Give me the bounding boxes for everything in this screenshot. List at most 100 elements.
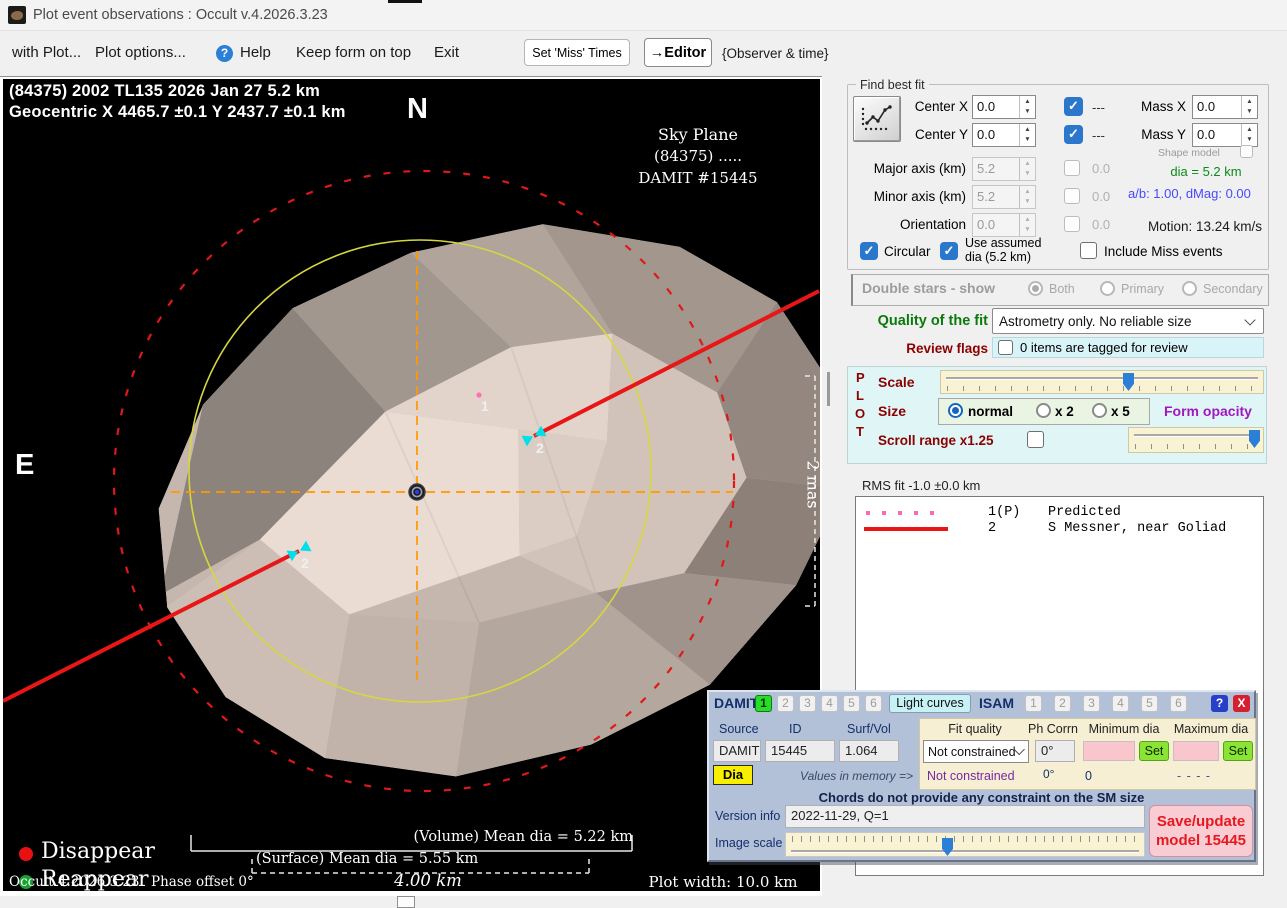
- circular-label: Circular: [884, 244, 931, 259]
- dia-button[interactable]: Dia: [713, 765, 753, 785]
- minor-axis-input[interactable]: 5.2 ▲ ▼: [972, 185, 1036, 209]
- isam-tab-3[interactable]: 3: [1083, 695, 1100, 712]
- center-y-input[interactable]: 0.0 ▲ ▼: [972, 123, 1036, 147]
- help-icon[interactable]: ?: [216, 45, 233, 62]
- mass-x-input[interactable]: 0.0 ▲ ▼: [1192, 95, 1258, 119]
- major-axis-checkbox[interactable]: [1064, 160, 1080, 176]
- min-dia-set-button[interactable]: Set: [1139, 741, 1169, 761]
- center-x-checkbox[interactable]: ✓: [1064, 97, 1083, 116]
- orientation-checkbox[interactable]: [1064, 216, 1080, 232]
- include-miss-checkbox[interactable]: [1080, 242, 1097, 259]
- form-opacity-slider[interactable]: [1128, 427, 1264, 453]
- circular-checkbox[interactable]: ✓: [860, 242, 878, 260]
- spin-down-icon[interactable]: ▼: [1024, 136, 1030, 144]
- spin-down-icon[interactable]: ▼: [1246, 108, 1252, 116]
- spin-up-icon[interactable]: ▲: [1024, 126, 1030, 134]
- center-marker[interactable]: [408, 483, 426, 501]
- spin-down-icon[interactable]: ▼: [1024, 170, 1030, 178]
- size-x5-radio[interactable]: [1092, 403, 1107, 418]
- review-flags-checkbox[interactable]: [998, 340, 1013, 355]
- minor-axis-spinner[interactable]: ▲ ▼: [1019, 186, 1035, 208]
- double-stars-both-radio[interactable]: [1028, 281, 1043, 296]
- legend-row2-name[interactable]: S Messner, near Goliad: [1048, 521, 1226, 536]
- damit-close-button[interactable]: X: [1233, 695, 1250, 712]
- size-normal-radio[interactable]: [948, 403, 963, 418]
- legend-row2-key[interactable]: 2: [988, 521, 996, 536]
- minor-axis-checkbox[interactable]: [1064, 188, 1080, 204]
- spin-up-icon[interactable]: ▲: [1246, 98, 1252, 106]
- spin-up-icon[interactable]: ▲: [1246, 126, 1252, 134]
- save-update-button[interactable]: Save/update model 15445: [1149, 805, 1253, 857]
- spin-down-icon[interactable]: ▼: [1024, 226, 1030, 234]
- mass-y-input[interactable]: 0.0 ▲ ▼: [1192, 123, 1258, 147]
- double-stars-primary-radio[interactable]: [1100, 281, 1115, 296]
- id-value[interactable]: 15445: [765, 740, 835, 762]
- find-best-fit-title: Find best fit: [856, 78, 929, 92]
- max-dia-set-button[interactable]: Set: [1223, 741, 1253, 761]
- damit-tab-6[interactable]: 6: [865, 695, 882, 712]
- double-stars-secondary-radio[interactable]: [1182, 281, 1197, 296]
- damit-tab-3[interactable]: 3: [799, 695, 816, 712]
- center-x-input[interactable]: 0.0 ▲ ▼: [972, 95, 1036, 119]
- isam-tab-6[interactable]: 6: [1170, 695, 1187, 712]
- title-bar[interactable]: Plot event observations : Occult v.4.202…: [0, 0, 1287, 31]
- min-dia-field[interactable]: [1083, 741, 1135, 761]
- max-dia-field[interactable]: [1173, 741, 1219, 761]
- spin-up-icon[interactable]: ▲: [1024, 188, 1030, 196]
- partial-control[interactable]: [397, 896, 415, 908]
- center-y-checkbox[interactable]: ✓: [1064, 125, 1083, 144]
- shape-model-checkbox[interactable]: [1240, 145, 1253, 158]
- chevron-down-icon: [1244, 313, 1256, 326]
- damit-tab-4[interactable]: 4: [821, 695, 838, 712]
- major-axis-spinner[interactable]: ▲ ▼: [1019, 158, 1035, 180]
- damit-tab-1[interactable]: 1: [755, 695, 772, 712]
- fit-quality-dropdown[interactable]: Not constrained: [923, 740, 1029, 763]
- menu-keep-form-on-top[interactable]: Keep form on top: [296, 44, 411, 61]
- source-header: Source: [719, 722, 759, 736]
- center-y-spinner[interactable]: ▲ ▼: [1019, 124, 1035, 146]
- image-scale-slider-thumb[interactable]: [942, 838, 953, 856]
- menu-help[interactable]: Help: [240, 44, 271, 61]
- spin-down-icon[interactable]: ▼: [1024, 198, 1030, 206]
- isam-tab-1[interactable]: 1: [1025, 695, 1042, 712]
- isam-tab-4[interactable]: 4: [1112, 695, 1129, 712]
- damit-tab-2[interactable]: 2: [777, 695, 794, 712]
- menu-exit[interactable]: Exit: [434, 44, 459, 61]
- legend-row1-key[interactable]: 1(P): [988, 505, 1020, 520]
- sky-plane-canvas[interactable]: [3, 79, 820, 891]
- light-curves-button[interactable]: Light curves: [889, 694, 971, 713]
- image-scale-slider[interactable]: [785, 832, 1145, 857]
- spin-down-icon[interactable]: ▼: [1246, 136, 1252, 144]
- menu-with-plot[interactable]: with Plot...: [12, 44, 81, 61]
- spin-up-icon[interactable]: ▲: [1024, 216, 1030, 224]
- plot-letter-t: T: [856, 424, 864, 439]
- spin-up-icon[interactable]: ▲: [1024, 98, 1030, 106]
- ph-corrn-value[interactable]: 0°: [1035, 740, 1075, 762]
- plot-area[interactable]: (84375) 2002 TL135 2026 Jan 27 5.2 km Ge…: [3, 79, 820, 891]
- mass-x-spinner[interactable]: ▲ ▼: [1241, 96, 1257, 118]
- damit-help-button[interactable]: ?: [1211, 695, 1228, 712]
- scale-slider[interactable]: [940, 370, 1264, 394]
- spin-up-icon[interactable]: ▲: [1024, 160, 1030, 168]
- memory-min-dia: 0: [1085, 769, 1092, 783]
- legend-row1-name[interactable]: Predicted: [1048, 505, 1121, 520]
- orientation-input[interactable]: 0.0 ▲ ▼: [972, 213, 1036, 237]
- use-assumed-checkbox[interactable]: ✓: [940, 242, 958, 260]
- orientation-spinner[interactable]: ▲ ▼: [1019, 214, 1035, 236]
- major-axis-input[interactable]: 5.2 ▲ ▼: [972, 157, 1036, 181]
- isam-tab-5[interactable]: 5: [1141, 695, 1158, 712]
- set-miss-times-button[interactable]: Set 'Miss' Times: [524, 39, 630, 66]
- editor-button[interactable]: →Editor: [644, 38, 712, 67]
- damit-tab-5[interactable]: 5: [843, 695, 860, 712]
- menu-plot-options[interactable]: Plot options...: [95, 44, 186, 61]
- isam-tab-2[interactable]: 2: [1054, 695, 1071, 712]
- quality-of-fit-dropdown[interactable]: Astrometry only. No reliable size: [992, 308, 1264, 334]
- version-info-field[interactable]: 2022-11-29, Q=1: [785, 805, 1145, 828]
- splitter-handle[interactable]: [827, 372, 830, 406]
- scroll-range-checkbox[interactable]: [1027, 431, 1044, 448]
- spin-down-icon[interactable]: ▼: [1024, 108, 1030, 116]
- east-label: E: [15, 449, 35, 481]
- center-x-spinner[interactable]: ▲ ▼: [1019, 96, 1035, 118]
- size-x2-radio[interactable]: [1036, 403, 1051, 418]
- mass-y-spinner[interactable]: ▲ ▼: [1241, 124, 1257, 146]
